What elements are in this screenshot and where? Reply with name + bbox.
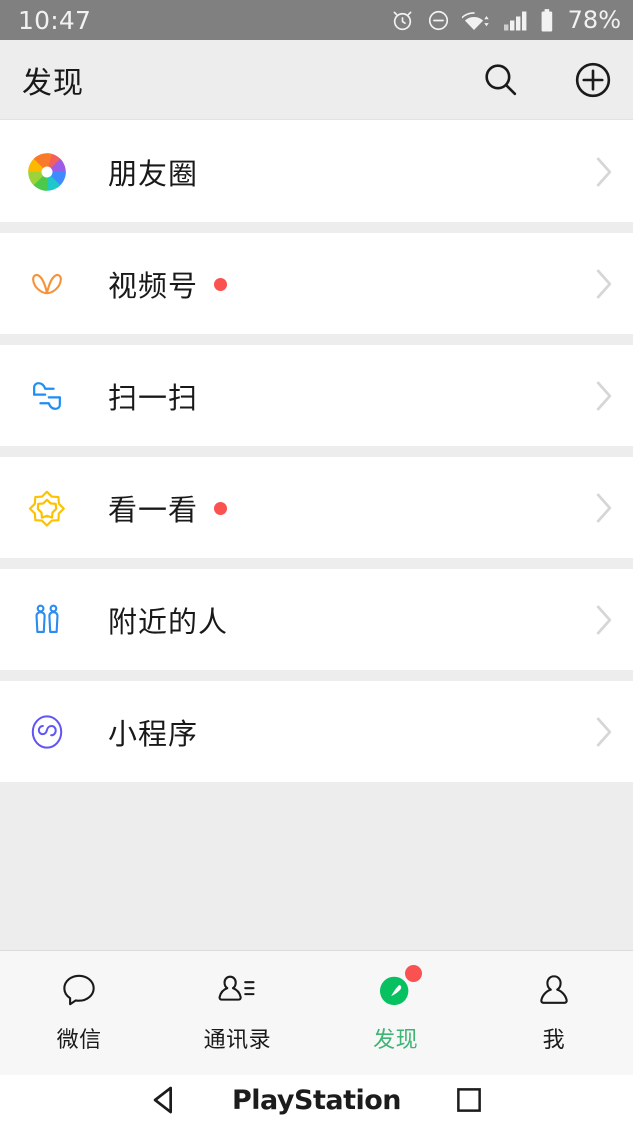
list-gap	[0, 558, 633, 569]
tab-discover[interactable]: 发现	[317, 951, 475, 1075]
list-item-people-nearby[interactable]: 附近的人	[0, 569, 633, 670]
battery-icon	[540, 8, 554, 33]
chat-bubble-icon	[54, 965, 104, 1015]
channels-butterfly-icon	[24, 261, 70, 307]
list-gap	[0, 446, 633, 457]
battery-percent-label: 78%	[567, 6, 621, 34]
list-item-label: 看一看	[108, 492, 199, 527]
unread-dot-badge	[214, 278, 228, 291]
cellular-signal-icon	[503, 8, 529, 33]
top-stories-flower-icon	[24, 485, 70, 531]
list-gap	[0, 782, 633, 950]
tab-label: 发现	[373, 1028, 419, 1053]
back-triangle-icon	[148, 1083, 182, 1117]
unread-dot-badge	[404, 965, 422, 982]
chevron-right-icon	[595, 156, 613, 188]
status-bar: 10:47 78%	[0, 0, 633, 40]
nav-home-label: PlayStation	[231, 1084, 402, 1116]
contacts-icon	[212, 965, 262, 1015]
scan-qr-icon	[24, 373, 70, 419]
header-actions	[481, 60, 613, 100]
list-item-channels[interactable]: 视频号	[0, 233, 633, 334]
app-header: 发现	[0, 40, 633, 120]
list-item-mini-programs[interactable]: 小程序	[0, 681, 633, 782]
chevron-right-icon	[595, 380, 613, 412]
list-group: 朋友圈	[0, 121, 633, 222]
tab-chats[interactable]: 微信	[0, 951, 158, 1075]
nav-recents-button[interactable]	[393, 1085, 545, 1115]
discover-list[interactable]: 朋友圈 视频号 扫一扫 看一看 附近的人 小程序	[0, 121, 633, 950]
nav-home-button[interactable]: PlayStation	[232, 1085, 402, 1116]
nav-back-button[interactable]	[89, 1083, 241, 1117]
chevron-right-icon	[595, 716, 613, 748]
mini-programs-icon	[24, 709, 70, 755]
search-icon[interactable]	[481, 60, 521, 100]
tab-label: 我	[542, 1028, 566, 1053]
tab-label: 通讯录	[203, 1028, 272, 1053]
list-item-top-stories[interactable]: 看一看	[0, 457, 633, 558]
list-group: 扫一扫	[0, 345, 633, 446]
discover-compass-icon	[371, 965, 422, 1015]
tab-me[interactable]: 我	[475, 951, 633, 1075]
recents-square-icon	[454, 1085, 484, 1115]
list-group: 视频号	[0, 233, 633, 334]
list-item-label: 扫一扫	[108, 380, 199, 415]
list-item-label: 朋友圈	[108, 156, 199, 191]
tab-label: 微信	[56, 1028, 102, 1053]
list-item-scan[interactable]: 扫一扫	[0, 345, 633, 446]
chevron-right-icon	[595, 492, 613, 524]
list-group: 看一看	[0, 457, 633, 558]
list-item-label: 视频号	[108, 268, 199, 303]
list-gap	[0, 222, 633, 233]
moments-aperture-icon	[24, 149, 70, 195]
list-item-moments[interactable]: 朋友圈	[0, 121, 633, 222]
chevron-right-icon	[595, 604, 613, 636]
add-icon[interactable]	[573, 60, 613, 100]
list-gap	[0, 670, 633, 681]
bottom-tab-bar: 微信 通讯录 发现 我	[0, 950, 633, 1075]
page-title: 发现	[22, 65, 84, 101]
list-group: 小程序	[0, 681, 633, 782]
android-navigation-bar: PlayStation	[0, 1075, 633, 1125]
list-group: 附近的人	[0, 569, 633, 670]
people-nearby-icon	[24, 597, 70, 643]
do-not-disturb-icon	[426, 8, 451, 33]
list-item-label: 附近的人	[108, 604, 229, 639]
profile-person-icon	[529, 965, 579, 1015]
status-icon-group: 78%	[390, 8, 621, 33]
status-time: 10:47	[18, 5, 92, 35]
wifi-icon	[461, 8, 492, 33]
list-gap	[0, 334, 633, 345]
chevron-right-icon	[595, 268, 613, 300]
list-item-label: 小程序	[108, 716, 199, 751]
tab-contacts[interactable]: 通讯录	[158, 951, 316, 1075]
alarm-clock-icon	[390, 8, 415, 33]
unread-dot-badge	[214, 502, 228, 515]
